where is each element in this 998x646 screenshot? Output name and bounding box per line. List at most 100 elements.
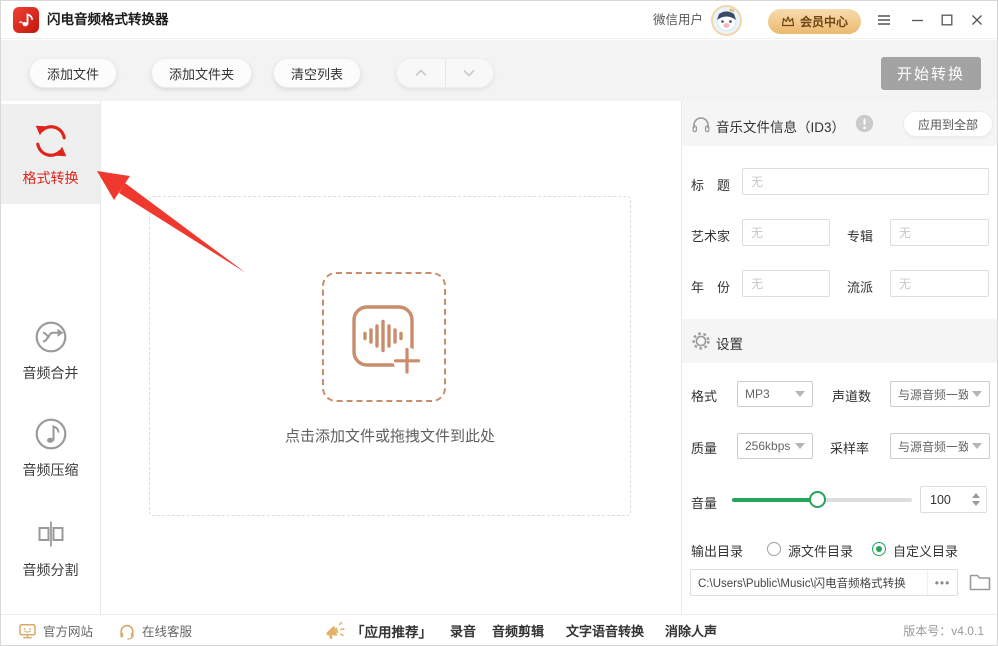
reorder-buttons xyxy=(396,58,494,88)
file-list-area: 点击添加文件或拖拽文件到此处 xyxy=(97,101,681,614)
crown-icon xyxy=(781,16,795,27)
sidebar-item-format-convert[interactable]: 格式转换 xyxy=(1,104,100,204)
sidebar-item-label: 音频压缩 xyxy=(22,462,79,478)
volume-slider[interactable] xyxy=(732,491,912,508)
gear-icon xyxy=(692,332,710,350)
move-down-button[interactable] xyxy=(446,59,494,87)
radio-source-dir-label[interactable]: 源文件目录 xyxy=(788,541,853,560)
id3-section-header: 音乐文件信息（ID3） 应用到全部 xyxy=(682,101,997,146)
version-label: 版本号：v4.0.1 xyxy=(903,624,984,638)
sidebar-item-label: 格式转换 xyxy=(22,170,79,186)
move-up-button[interactable] xyxy=(397,59,446,87)
format-dropdown[interactable]: MP3 xyxy=(737,381,813,407)
sidebar-item-label: 音频分割 xyxy=(22,562,79,578)
close-button[interactable] xyxy=(967,11,987,29)
browse-more-button[interactable]: ••• xyxy=(927,570,957,595)
split-icon xyxy=(1,516,100,552)
info-icon[interactable] xyxy=(855,114,874,133)
official-site-link[interactable]: 官方网站 xyxy=(18,615,94,645)
genre-field-input[interactable] xyxy=(890,270,989,297)
radio-custom-dir-label[interactable]: 自定义目录 xyxy=(893,541,958,560)
volume-slider-fill xyxy=(732,498,817,502)
add-folder-button[interactable]: 添加文件夹 xyxy=(151,58,253,88)
minimize-icon xyxy=(911,19,923,22)
right-panel: 音乐文件信息（ID3） 应用到全部 标 题 艺术家 专辑 年 份 流派 设置 xyxy=(681,101,997,614)
official-site-label: 官方网站 xyxy=(43,625,94,639)
volume-slider-handle[interactable] xyxy=(808,491,826,508)
artist-field-input[interactable] xyxy=(742,219,830,246)
menu-button[interactable] xyxy=(874,11,894,29)
app-title: 闪电音频格式转换器 xyxy=(47,12,169,27)
drop-zone[interactable]: 点击添加文件或拖拽文件到此处 xyxy=(149,196,631,516)
maximize-button[interactable] xyxy=(937,11,957,29)
open-folder-button[interactable] xyxy=(966,570,993,595)
monitor-icon xyxy=(19,623,36,638)
chevron-up-icon xyxy=(415,69,427,77)
app-logo-icon xyxy=(13,7,39,33)
headset-icon xyxy=(120,624,134,640)
drop-hint-text: 点击添加文件或拖拽文件到此处 xyxy=(284,428,495,445)
start-convert-button[interactable]: 开始转换 xyxy=(881,57,981,90)
sidebar-item-label: 音频合并 xyxy=(22,365,79,381)
sidebar-item-audio-split[interactable]: 音频分割 xyxy=(1,516,100,580)
clear-list-button[interactable]: 清空列表 xyxy=(273,58,362,88)
quality-label: 质量 xyxy=(691,441,718,456)
spinner-down-icon[interactable] xyxy=(972,501,980,506)
footer-link-tts[interactable]: 文字语音转换 xyxy=(566,615,644,645)
samplerate-value: 与源音频一致 xyxy=(898,439,968,454)
megaphone-icon xyxy=(326,621,345,639)
apply-to-all-button[interactable]: 应用到全部 xyxy=(902,111,993,137)
dropdown-caret-icon xyxy=(972,443,982,449)
title-field-label: 标 题 xyxy=(691,178,731,193)
footer-link-audio-edit[interactable]: 音频剪辑 xyxy=(492,615,544,645)
samplerate-dropdown[interactable]: 与源音频一致 xyxy=(890,433,990,459)
quality-dropdown[interactable]: 256kbps xyxy=(737,433,813,459)
format-label: 格式 xyxy=(691,389,718,404)
spinner-up-icon[interactable] xyxy=(972,493,980,498)
id3-section-title: 音乐文件信息（ID3） xyxy=(716,120,846,135)
footer-link-record[interactable]: 录音 xyxy=(450,615,476,645)
volume-numbox: 100 xyxy=(920,486,987,513)
footer-link-vocal-remove[interactable]: 消除人声 xyxy=(665,615,717,645)
folder-icon xyxy=(969,574,990,591)
volume-value: 100 xyxy=(930,492,951,507)
user-avatar[interactable] xyxy=(711,5,742,36)
channels-dropdown[interactable]: 与源音频一致 xyxy=(890,381,990,407)
sidebar-item-audio-merge[interactable]: 音频合并 xyxy=(1,319,100,383)
settings-section-title: 设置 xyxy=(716,337,743,352)
member-center-label: 会员中心 xyxy=(800,15,849,29)
refresh-icon xyxy=(1,122,100,160)
member-center-button[interactable]: 会员中心 xyxy=(768,9,862,34)
radio-custom-dir[interactable] xyxy=(872,542,886,556)
close-icon xyxy=(972,15,982,25)
sidebar-item-audio-compress[interactable]: 音频压缩 xyxy=(1,416,100,480)
chevron-down-icon xyxy=(463,69,475,77)
format-value: MP3 xyxy=(745,387,770,401)
online-support-label: 在线客服 xyxy=(142,625,193,639)
sidebar: 格式转换 音频合并 音频压缩 音频分割 xyxy=(1,101,101,645)
hamburger-icon xyxy=(878,15,890,25)
year-field-input[interactable] xyxy=(742,270,830,297)
volume-spinner[interactable] xyxy=(970,493,986,506)
radio-source-dir[interactable] xyxy=(767,542,781,556)
title-field-input[interactable] xyxy=(742,168,989,195)
app-recommend: 「应用推荐」 xyxy=(323,615,432,645)
year-field-label: 年 份 xyxy=(691,280,731,295)
artist-field-label: 艺术家 xyxy=(691,229,731,244)
album-field-label: 专辑 xyxy=(847,229,874,244)
online-support-link[interactable]: 在线客服 xyxy=(118,615,193,645)
audio-waveform-add-icon xyxy=(352,305,421,375)
album-field-input[interactable] xyxy=(890,219,989,246)
dropdown-caret-icon xyxy=(972,391,982,397)
add-files-target[interactable] xyxy=(322,272,446,402)
output-path-input[interactable] xyxy=(691,576,927,589)
toolbar: 添加文件 添加文件夹 清空列表 开始转换 xyxy=(1,40,997,101)
minimize-button[interactable] xyxy=(907,11,927,29)
merge-icon xyxy=(1,319,100,355)
add-file-button[interactable]: 添加文件 xyxy=(29,58,118,88)
maximize-icon xyxy=(941,14,953,26)
account-name[interactable]: 微信用户 xyxy=(653,1,703,39)
output-path-wrap: ••• xyxy=(690,569,958,596)
settings-section-header: 设置 xyxy=(682,319,997,363)
dropdown-caret-icon xyxy=(795,443,805,449)
